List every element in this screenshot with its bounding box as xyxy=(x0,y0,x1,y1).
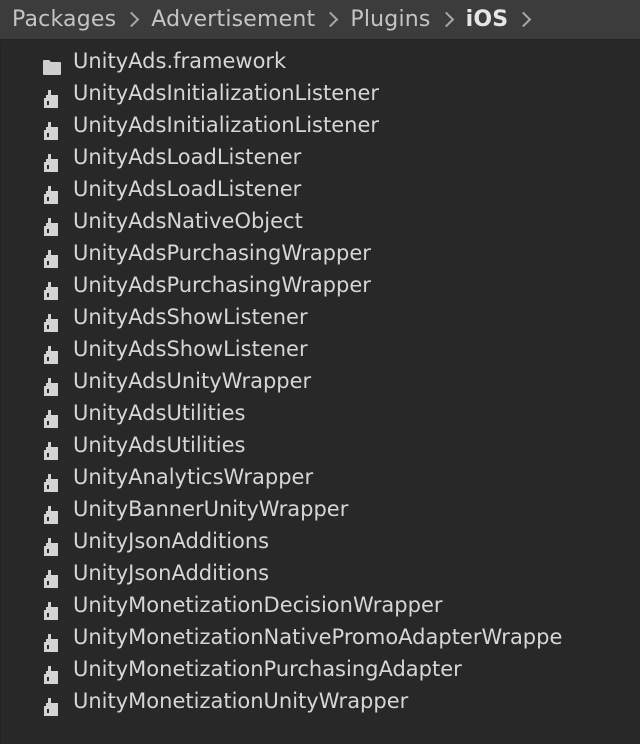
file-name: UnityAdsInitializationListener xyxy=(73,81,379,105)
plugin-file-icon xyxy=(42,309,62,332)
file-row[interactable]: UnityAdsNativeObject xyxy=(1,205,640,237)
chevron-right-icon xyxy=(323,11,339,28)
breadcrumb-item-ios[interactable]: iOS xyxy=(466,7,509,32)
plugin-file-icon xyxy=(42,149,62,172)
file-name: UnityAdsUtilities xyxy=(73,401,246,425)
file-row[interactable]: UnityJsonAdditions xyxy=(1,525,640,557)
breadcrumb-item-advertisement[interactable]: Advertisement xyxy=(151,7,315,32)
plugin-file-icon xyxy=(42,85,62,108)
file-row[interactable]: UnityAdsShowListener xyxy=(1,333,640,365)
file-name: UnityMonetizationUnityWrapper xyxy=(73,689,409,713)
folder-icon xyxy=(42,53,62,75)
plugin-file-icon xyxy=(42,565,62,588)
plugin-file-icon xyxy=(42,597,62,620)
file-row[interactable]: UnityAdsLoadListener xyxy=(1,141,640,173)
breadcrumb-item-plugins[interactable]: Plugins xyxy=(350,7,430,32)
file-row[interactable]: UnityMonetizationUnityWrapper xyxy=(1,685,640,717)
chevron-right-icon xyxy=(123,11,140,28)
file-row[interactable]: UnityAdsShowListener xyxy=(1,301,640,333)
file-name: UnityAdsPurchasingWrapper xyxy=(73,241,371,265)
plugin-file-icon xyxy=(42,245,62,268)
file-row[interactable]: UnityJsonAdditions xyxy=(1,557,640,589)
file-row[interactable]: UnityAdsUtilities xyxy=(1,429,640,461)
file-row[interactable]: UnityAdsLoadListener xyxy=(1,173,640,205)
plugin-file-icon xyxy=(42,341,62,364)
file-row[interactable]: UnityMonetizationNativePromoAdapterWrapp… xyxy=(1,621,640,653)
file-row[interactable]: UnityMonetizationPurchasingAdapter xyxy=(1,653,640,685)
project-file-list: UnityAds.framework UnityAdsInitialization… xyxy=(0,41,640,744)
file-name: UnityBannerUnityWrapper xyxy=(73,497,349,521)
plugin-file-icon xyxy=(42,117,62,140)
plugin-file-icon xyxy=(42,373,62,396)
plugin-file-icon xyxy=(42,629,62,652)
chevron-right-icon[interactable] xyxy=(516,11,532,28)
file-name: UnityAdsUnityWrapper xyxy=(73,369,312,393)
file-name: UnityJsonAdditions xyxy=(73,561,270,585)
file-name: UnityAdsInitializationListener xyxy=(73,113,379,137)
file-name: UnityMonetizationDecisionWrapper xyxy=(73,593,443,617)
file-row[interactable]: UnityBannerUnityWrapper xyxy=(1,493,640,525)
plugin-file-icon xyxy=(42,693,62,716)
file-name: UnityJsonAdditions xyxy=(73,529,270,553)
file-row[interactable]: UnityAdsPurchasingWrapper xyxy=(1,237,640,269)
breadcrumb-item-packages[interactable]: Packages xyxy=(12,7,116,32)
plugin-file-icon xyxy=(42,405,62,428)
file-row[interactable]: UnityMonetizationDecisionWrapper xyxy=(1,589,640,621)
breadcrumb: Packages Advertisement Plugins iOS xyxy=(0,0,640,40)
file-name: UnityAds.framework xyxy=(73,49,287,73)
file-name: UnityAnalyticsWrapper xyxy=(73,465,314,489)
plugin-file-icon xyxy=(42,469,62,492)
file-name: UnityAdsUtilities xyxy=(73,433,246,457)
file-row[interactable]: UnityAdsInitializationListener xyxy=(1,77,640,109)
plugin-file-icon xyxy=(42,661,62,684)
chevron-right-icon xyxy=(438,11,454,28)
plugin-file-icon xyxy=(42,277,62,300)
file-list: UnityAds.framework UnityAdsInitialization… xyxy=(1,41,640,717)
file-name: UnityAdsNativeObject xyxy=(73,209,303,233)
plugin-file-icon xyxy=(42,437,62,460)
plugin-file-icon xyxy=(42,181,62,204)
file-row[interactable]: UnityAdsInitializationListener xyxy=(1,109,640,141)
file-name: UnityMonetizationNativePromoAdapterWrapp… xyxy=(73,625,563,649)
plugin-file-icon xyxy=(42,501,62,524)
file-name: UnityAdsShowListener xyxy=(73,337,308,361)
file-name: UnityAdsLoadListener xyxy=(73,177,302,201)
file-name: UnityAdsShowListener xyxy=(73,305,308,329)
file-row[interactable]: UnityAnalyticsWrapper xyxy=(1,461,640,493)
file-name: UnityMonetizationPurchasingAdapter xyxy=(73,657,462,681)
file-row[interactable]: UnityAds.framework xyxy=(1,45,640,77)
plugin-file-icon xyxy=(42,213,62,236)
file-row[interactable]: UnityAdsPurchasingWrapper xyxy=(1,269,640,301)
file-row[interactable]: UnityAdsUnityWrapper xyxy=(1,365,640,397)
file-name: UnityAdsLoadListener xyxy=(73,145,302,169)
plugin-file-icon xyxy=(42,533,62,556)
file-name: UnityAdsPurchasingWrapper xyxy=(73,273,371,297)
file-row[interactable]: UnityAdsUtilities xyxy=(1,397,640,429)
